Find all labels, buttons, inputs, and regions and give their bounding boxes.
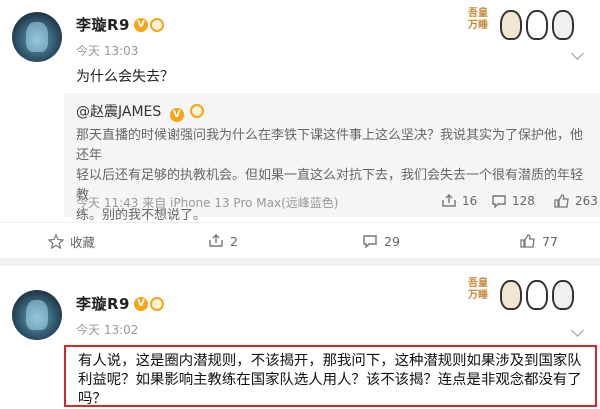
verified-badge: V (169, 108, 184, 122)
repost-count: 16 (462, 194, 478, 208)
cat-sticker-icon (500, 10, 522, 40)
share-icon (442, 194, 456, 207)
comment-button[interactable]: 29 (362, 223, 400, 259)
star-icon (48, 233, 64, 249)
favorite-button[interactable]: 收藏 (48, 223, 95, 259)
favorite-label: 收藏 (70, 234, 96, 250)
thumbs-up-icon (520, 234, 535, 248)
repost-comment-button[interactable]: 128 (491, 194, 535, 208)
repost-meta: 今天 11:43 来自 iPhone 13 Pro Max(远峰蓝色) (76, 196, 339, 210)
dog-sticker-icon (552, 280, 574, 310)
comment-count: 29 (384, 233, 400, 249)
avatar[interactable] (12, 290, 62, 340)
like-count: 77 (542, 233, 558, 249)
sticker-text: 吾皇万睡 (468, 8, 488, 31)
repost-share-button[interactable]: 16 (441, 194, 477, 208)
level-badge-icon (150, 18, 164, 32)
sticker-decoration: 吾皇万睡 (468, 4, 592, 44)
username[interactable]: 李璇R9 (76, 14, 130, 35)
dog-sticker-icon (552, 10, 574, 40)
comment-count: 128 (512, 194, 535, 208)
like-button[interactable]: 77 (520, 223, 558, 259)
avatar[interactable] (12, 12, 62, 62)
cat-sticker-icon (500, 280, 522, 310)
highlighted-post-text: 有人说，这是圈内潜规则，不该揭开，那我问下，这种潜规则如果涉及到国家队 利益呢？… (64, 345, 597, 407)
dog-sticker-icon (526, 10, 548, 40)
verified-badge: V (134, 18, 148, 32)
post-text-line: 吗？ (78, 391, 107, 407)
sticker-text: 吾皇万睡 (468, 278, 488, 301)
post-text: 为什么会失去？ (76, 69, 174, 85)
chevron-down-icon[interactable] (571, 324, 584, 337)
share-icon (209, 234, 223, 247)
reposted-weibo[interactable]: @赵震JAMES V 那天直播的时候谢强问我为什么在李铁下课这件事上这么坚决？我… (64, 93, 600, 223)
comment-icon (492, 195, 506, 208)
verified-badge: V (134, 297, 148, 311)
chevron-down-icon[interactable] (571, 47, 584, 60)
repost-author[interactable]: @赵震JAMES V (76, 101, 205, 122)
share-count: 2 (230, 233, 238, 249)
post-text-line: 利益呢？如果影响主教练在国家队选人用人？该不该揭？连点是非观念都没有了 (78, 372, 582, 388)
level-badge-icon (190, 104, 205, 118)
level-badge-icon (150, 297, 164, 311)
repost-text: 那天直播的时候谢强问我为什么在李铁下课这件事上这么坚决？我说其实为了保护他，他还… (76, 126, 591, 226)
username[interactable]: 李璇R9 (76, 293, 130, 314)
sticker-decoration: 吾皇万睡 (468, 274, 592, 314)
dog-sticker-icon (526, 280, 548, 310)
share-button[interactable]: 2 (208, 223, 238, 259)
weibo-post: 李璇R9 V 今天 13:03 吾皇万睡 为什么会失去？ @赵震JAMES V … (0, 0, 600, 258)
post-time: 今天 13:03 (76, 44, 139, 58)
post-text-line: 有人说，这是圈内潜规则，不该揭开，那我问下，这种潜规则如果涉及到国家队 (78, 353, 582, 369)
post-divider (0, 258, 600, 266)
comment-icon (363, 235, 377, 248)
repost-author-name[interactable]: @赵震JAMES (76, 104, 161, 120)
action-bar: 收藏 2 29 77 (0, 222, 600, 258)
post-time: 今天 13:02 (76, 323, 139, 337)
thumbs-up-icon (554, 194, 569, 208)
like-count: 263 (575, 194, 598, 208)
repost-text-line: 那天直播的时候谢强问我为什么在李铁下课这件事上这么坚决？我说其实为了保护他，他还… (76, 128, 584, 163)
repost-like-button[interactable]: 263 (554, 194, 598, 208)
